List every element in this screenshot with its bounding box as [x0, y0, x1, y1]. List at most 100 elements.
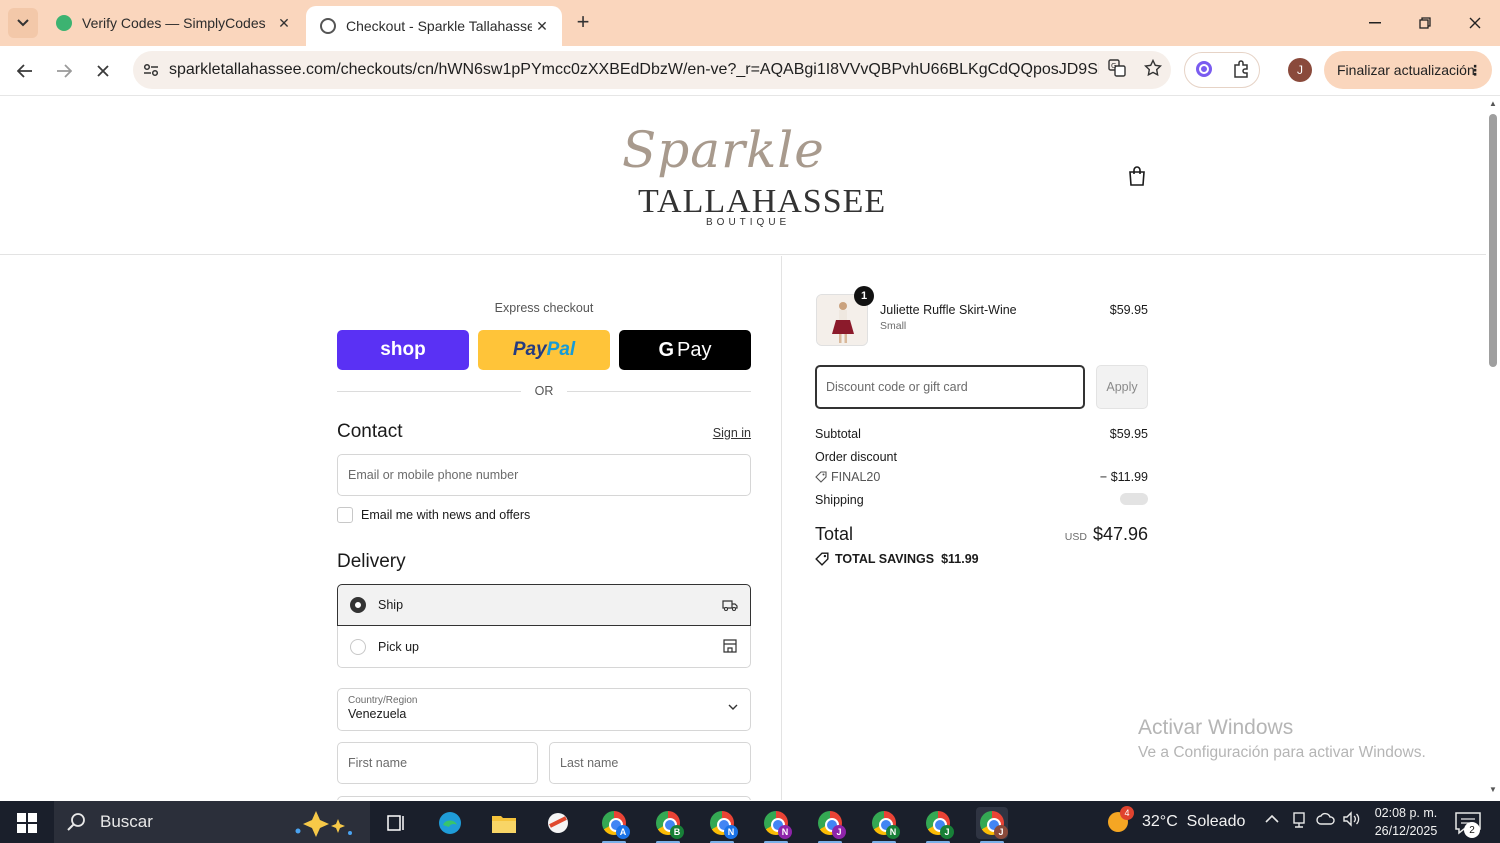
browser-toolbar: sparkletallahassee.com/checkouts/cn/hWN6…: [0, 46, 1500, 96]
back-button[interactable]: [10, 56, 40, 86]
arrow-right-icon: [57, 64, 72, 78]
chrome-profile-n-icon[interactable]: N: [760, 807, 792, 843]
email-placeholder: Email or mobile phone number: [348, 468, 519, 482]
product-price: $59.95: [1109, 303, 1148, 317]
logo-main-text: TALLAHASSEE: [638, 183, 887, 220]
order-discount-label: Order discount: [815, 450, 897, 464]
next-field-partial[interactable]: [337, 796, 751, 800]
last-name-field[interactable]: Last name: [549, 742, 751, 784]
device-icon[interactable]: [1291, 811, 1307, 833]
translate-icon[interactable]: G: [1099, 58, 1135, 82]
edge-icon[interactable]: [434, 807, 466, 839]
close-icon[interactable]: ✕: [532, 18, 552, 35]
clock-time: 02:08 p. m.: [1374, 806, 1438, 820]
search-icon: [67, 813, 85, 831]
ship-label: Ship: [378, 598, 404, 612]
scroll-up-arrow-icon[interactable]: ▲: [1489, 99, 1497, 108]
extensions-puzzle-icon[interactable]: [1231, 59, 1251, 82]
paypal-label-pal: Pal: [546, 339, 576, 360]
tab-title: Verify Codes — SimplyCodes: [82, 15, 266, 31]
tab-simplycodes[interactable]: Verify Codes — SimplyCodes ✕: [42, 6, 304, 40]
delivery-option-ship[interactable]: Ship: [337, 584, 751, 626]
notification-count-badge: 2: [1464, 822, 1480, 838]
bookmark-star-icon[interactable]: [1135, 58, 1171, 82]
chrome-profile-j-icon[interactable]: J: [814, 807, 846, 843]
chevron-down-icon: [17, 19, 29, 27]
update-button-label: Finalizar actualización: [1337, 62, 1475, 78]
profile-avatar[interactable]: J: [1288, 58, 1312, 82]
copilot-sparkle-icon: [295, 811, 352, 837]
site-info-icon[interactable]: [133, 63, 169, 77]
chrome-profile-b-icon[interactable]: B: [652, 807, 684, 843]
tab-checkout[interactable]: Checkout - Sparkle Tallahassee ✕: [306, 6, 562, 46]
weather-widget[interactable]: 4 32°C Soleado: [1108, 806, 1245, 835]
svg-text:G: G: [1111, 62, 1116, 70]
google-g-icon: G: [658, 338, 675, 361]
google-pay-button[interactable]: G Pay: [619, 330, 751, 370]
page-scrollbar[interactable]: ▲ ▼: [1486, 97, 1500, 800]
browser-tab-bar: Verify Codes — SimplyCodes ✕ Checkout - …: [0, 0, 1500, 46]
close-icon: [97, 65, 109, 77]
tab-search-button[interactable]: [8, 8, 38, 38]
forward-button[interactable]: [49, 56, 79, 86]
delivery-option-pickup[interactable]: Pick up: [337, 626, 751, 668]
scroll-down-arrow-icon[interactable]: ▼: [1489, 785, 1497, 794]
stop-loading-button[interactable]: [88, 56, 118, 86]
country-select[interactable]: Country/Region Venezuela: [337, 688, 751, 731]
close-icon[interactable]: ✕: [274, 15, 294, 32]
shop-pay-button[interactable]: shop: [337, 330, 469, 370]
checkout-page: Sparkle TALLAHASSEE BOUTIQUE Express che…: [0, 97, 1486, 800]
subtotal-label: Subtotal: [815, 427, 861, 441]
email-field[interactable]: Email or mobile phone number: [337, 454, 751, 496]
store-logo[interactable]: Sparkle TALLAHASSEE BOUTIQUE: [618, 121, 885, 229]
sign-in-link[interactable]: Sign in: [700, 426, 751, 440]
chrome-profile-a-icon[interactable]: A: [598, 807, 630, 843]
discount-code: FINAL20: [831, 470, 881, 484]
copilot-extension-icon[interactable]: [1194, 59, 1214, 82]
chrome-profile-j-icon[interactable]: J: [976, 807, 1008, 843]
extensions-group: [1184, 52, 1260, 88]
file-explorer-icon[interactable]: [488, 807, 520, 839]
watermark-subtitle: Ve a Configuración para activar Windows.: [1138, 744, 1426, 761]
or-divider: OR: [337, 383, 751, 399]
taskbar-search[interactable]: Buscar: [54, 801, 370, 843]
apply-discount-button[interactable]: Apply: [1096, 365, 1148, 409]
discount-code-row: FINAL20 − $11.99: [815, 470, 1148, 484]
minimize-button[interactable]: [1350, 8, 1400, 38]
windows-taskbar: Buscar A B N N J N J J 4 32°C Soleado 02…: [0, 801, 1500, 843]
tag-icon: [815, 552, 829, 566]
chrome-profile-j-icon[interactable]: J: [922, 807, 954, 843]
ship-radio[interactable]: [350, 597, 366, 613]
savings-label: TOTAL SAVINGS: [835, 552, 935, 566]
currency-code: USD: [1064, 531, 1087, 543]
address-bar[interactable]: sparkletallahassee.com/checkouts/cn/hWN6…: [133, 51, 1171, 89]
chevron-up-icon[interactable]: [1264, 811, 1280, 831]
new-tab-button[interactable]: +: [570, 10, 596, 36]
first-name-field[interactable]: First name: [337, 742, 538, 784]
scrollbar-thumb[interactable]: [1489, 114, 1497, 367]
chrome-profile-n-icon[interactable]: N: [868, 807, 900, 843]
finish-update-button[interactable]: Finalizar actualización ⋮: [1324, 51, 1492, 89]
url-text[interactable]: sparkletallahassee.com/checkouts/cn/hWN6…: [169, 61, 1099, 79]
close-window-button[interactable]: [1450, 8, 1500, 38]
paypal-button[interactable]: Pay Pal: [478, 330, 610, 370]
discount-code-input[interactable]: Discount code or gift card: [815, 365, 1085, 409]
more-menu-icon[interactable]: ⋮: [1468, 62, 1482, 79]
windows-start-icon[interactable]: [17, 813, 37, 833]
chrome-profile-n-icon[interactable]: N: [706, 807, 738, 843]
discount-placeholder: Discount code or gift card: [826, 380, 968, 394]
clock[interactable]: 02:08 p. m. 26/12/2025: [1364, 804, 1448, 840]
close-icon: [1469, 17, 1481, 29]
restore-button[interactable]: [1400, 8, 1450, 38]
onedrive-cloud-icon[interactable]: [1316, 811, 1336, 831]
newsletter-checkbox[interactable]: [337, 507, 353, 523]
volume-icon[interactable]: [1342, 811, 1362, 831]
pickup-radio[interactable]: [350, 638, 366, 655]
loading-favicon-icon: [320, 18, 336, 34]
app-icon[interactable]: [542, 807, 574, 839]
task-view-icon[interactable]: [380, 807, 412, 839]
shopping-bag-icon[interactable]: [1127, 165, 1147, 187]
paypal-label-pay: Pay: [512, 339, 547, 360]
tab-title: Checkout - Sparkle Tallahassee: [346, 18, 532, 34]
newsletter-option[interactable]: Email me with news and offers: [337, 507, 530, 523]
